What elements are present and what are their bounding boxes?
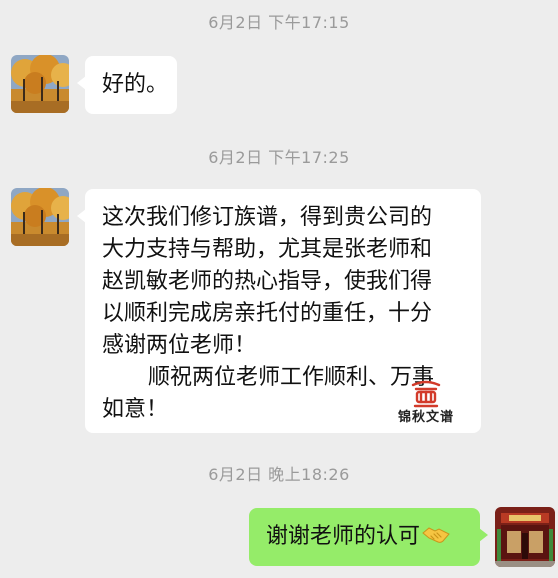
contact-avatar[interactable] <box>11 188 69 246</box>
message-line: 大力支持与帮助，尤其是张老师和 <box>102 237 433 262</box>
jinqiu-logo-icon: 锦秋文谱 <box>389 379 463 425</box>
handshake-emoji-icon <box>422 527 450 543</box>
message-line: 感谢两位老师！ <box>102 333 257 358</box>
timestamp: 6月2日 下午17:15 <box>208 13 350 32</box>
message-line: 以顺利完成房亲托付的重任，十分 <box>102 301 433 326</box>
my-avatar[interactable] <box>495 507 555 567</box>
message-text: 谢谢老师的认可 <box>266 521 480 553</box>
logo-text: 锦秋文谱 <box>397 410 454 425</box>
autumn-tree-avatar-image <box>11 188 69 246</box>
building-avatar-image <box>495 507 555 567</box>
message-text-content: 谢谢老师的认可 <box>266 524 421 549</box>
message-line: 这次我们修订族谱，得到贵公司的 <box>102 205 433 230</box>
timestamp: 6月2日 晚上18:26 <box>208 465 350 484</box>
incoming-message-bubble[interactable]: 好的。 <box>77 56 177 114</box>
timestamp: 6月2日 下午17:25 <box>208 148 350 167</box>
message-line: 赵凯敏老师的热心指导，使我们得 <box>102 269 433 294</box>
incoming-message-bubble[interactable]: 这次我们修订族谱，得到贵公司的 大力支持与帮助，尤其是张老师和 赵凯敏老师的热心… <box>77 189 481 433</box>
outgoing-message-bubble[interactable]: 谢谢老师的认可 <box>249 508 488 566</box>
message-text: 好的。 <box>102 72 169 97</box>
contact-avatar[interactable] <box>11 55 69 113</box>
logo-emblem-icon <box>411 380 441 408</box>
autumn-tree-avatar-image <box>11 55 69 113</box>
